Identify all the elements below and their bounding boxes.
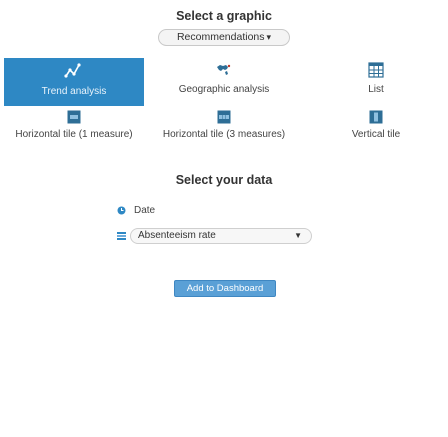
list-icon	[368, 62, 384, 78]
tile-1-icon	[67, 110, 81, 124]
tile-label: Horizontal tile (1 measure)	[15, 129, 133, 140]
tile-3-icon	[217, 110, 231, 124]
trend-icon	[64, 63, 81, 78]
tile-horizontal-1-measure[interactable]: Horizontal tile (1 measure)	[0, 110, 149, 142]
tile-trend-analysis[interactable]: Trend analysis	[4, 58, 144, 106]
clock-icon	[117, 206, 126, 215]
tile-horizontal-3-measures[interactable]: Horizontal tile (3 measures)	[149, 110, 299, 142]
tile-list[interactable]: List	[306, 58, 446, 106]
tile-vertical[interactable]: Vertical tile	[301, 110, 448, 142]
chevron-down-icon: ▾	[266, 32, 272, 42]
tile-label: List	[368, 84, 384, 95]
measure-dropdown[interactable]: Absenteeism rate ▼	[130, 228, 312, 244]
tile-geographic-analysis[interactable]: Geographic analysis	[154, 58, 294, 106]
select-graphic-title: Select a graphic	[176, 9, 272, 23]
tile-label: Horizontal tile (3 measures)	[162, 129, 286, 140]
vertical-tile-icon	[369, 110, 383, 124]
chevron-down-icon: ▼	[294, 231, 302, 240]
measure-icon	[117, 232, 126, 240]
add-to-dashboard-button[interactable]: Add to Dashboard	[174, 280, 276, 297]
map-icon	[217, 64, 231, 75]
recommendations-value: Recommendations	[176, 31, 265, 43]
select-data-title: Select your data	[175, 173, 273, 187]
date-row[interactable]: Date	[117, 205, 155, 216]
tile-label: Trend analysis	[41, 86, 107, 97]
recommendations-dropdown[interactable]: Recommendations ▾	[158, 29, 290, 46]
date-label: Date	[134, 205, 156, 216]
tile-label: Geographic analysis	[178, 84, 270, 95]
tile-label: Vertical tile	[351, 129, 401, 140]
measure-value: Absenteeism rate	[138, 230, 216, 241]
